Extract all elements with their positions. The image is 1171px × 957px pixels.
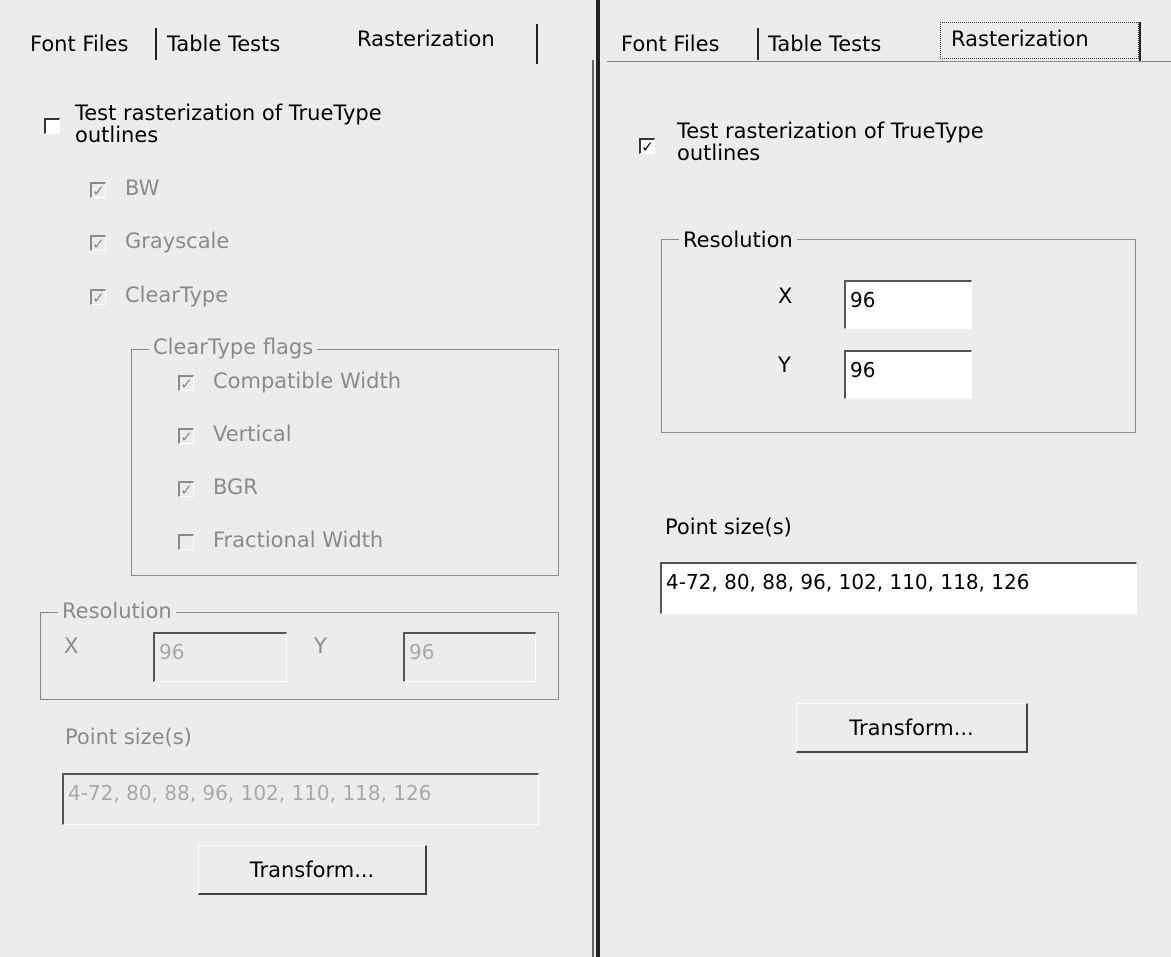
test-rasterization-checkbox[interactable] xyxy=(44,118,60,134)
vertical-label: Vertical xyxy=(213,422,292,446)
tab-panel-border xyxy=(592,60,594,957)
bw-label: BW xyxy=(125,176,160,200)
resolution-y-label: Y xyxy=(314,634,327,658)
test-rasterization-label: Test rasterization of TrueType xyxy=(75,101,382,125)
tab-font-files[interactable]: Font Files xyxy=(621,31,719,57)
point-sizes-label: Point size(s) xyxy=(665,515,792,539)
transform-button[interactable]: Transform... xyxy=(796,703,1028,753)
resolution-y-label: Y xyxy=(778,353,791,377)
resolution-y-input[interactable]: 96 xyxy=(403,632,536,682)
bgr-label: BGR xyxy=(213,475,258,499)
pane-divider xyxy=(596,0,607,957)
vertical-checkbox[interactable]: ✓ xyxy=(178,428,194,444)
tab-bar-line xyxy=(607,61,1171,62)
point-sizes-input[interactable]: 4-72, 80, 88, 96, 102, 110, 118, 126 xyxy=(62,773,539,825)
left-panel-unchecked: Font Files Table Tests Rasterization Tes… xyxy=(0,0,596,957)
test-rasterization-label-line2: outlines xyxy=(677,141,761,165)
test-rasterization-label-line2: outlines xyxy=(75,123,159,147)
tab-rasterization[interactable]: Rasterization xyxy=(357,26,495,52)
tab-table-tests[interactable]: Table Tests xyxy=(167,31,280,57)
resolution-x-input[interactable]: 96 xyxy=(153,632,287,682)
fractional-width-checkbox[interactable] xyxy=(178,534,194,550)
tab-table-tests[interactable]: Table Tests xyxy=(768,31,881,57)
tab-separator xyxy=(155,28,157,60)
compatible-width-label: Compatible Width xyxy=(213,369,402,393)
tab-separator xyxy=(757,28,759,60)
tab-rasterization[interactable]: Rasterization xyxy=(951,26,1089,52)
bw-checkbox[interactable]: ✓ xyxy=(90,182,106,198)
resolution-y-input[interactable]: 96 xyxy=(844,350,972,399)
tab-separator xyxy=(536,24,538,64)
transform-button[interactable]: Transform... xyxy=(198,845,427,895)
bgr-checkbox[interactable]: ✓ xyxy=(178,481,194,497)
cleartype-flags-title: ClearType flags xyxy=(149,335,318,359)
tab-font-files[interactable]: Font Files xyxy=(30,31,128,57)
resolution-title: Resolution xyxy=(58,599,176,623)
fractional-width-label: Fractional Width xyxy=(213,528,384,552)
resolution-title: Resolution xyxy=(679,228,797,252)
resolution-x-input[interactable]: 96 xyxy=(844,280,972,329)
cleartype-checkbox[interactable]: ✓ xyxy=(90,289,106,305)
test-rasterization-checkbox[interactable]: ✓ xyxy=(639,138,655,154)
point-sizes-label: Point size(s) xyxy=(65,725,192,749)
compatible-width-checkbox[interactable]: ✓ xyxy=(178,375,194,391)
cleartype-label: ClearType xyxy=(125,283,229,307)
resolution-x-label: X xyxy=(64,634,79,658)
test-rasterization-label: Test rasterization of TrueType xyxy=(677,119,984,143)
point-sizes-input[interactable]: 4-72, 80, 88, 96, 102, 110, 118, 126 xyxy=(660,562,1137,614)
grayscale-checkbox[interactable]: ✓ xyxy=(90,235,106,251)
tab-separator xyxy=(1139,22,1141,62)
grayscale-label: Grayscale xyxy=(125,229,230,253)
resolution-x-label: X xyxy=(778,284,793,308)
resolution-group xyxy=(661,239,1136,433)
right-panel-checked: Font Files Table Tests Rasterization ✓ T… xyxy=(607,0,1171,957)
